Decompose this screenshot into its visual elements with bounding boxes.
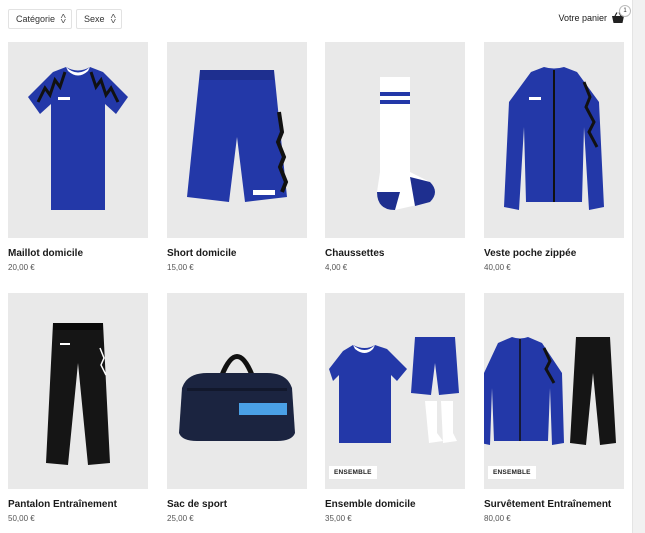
product-name[interactable]: Survêtement Entraînement <box>484 499 624 511</box>
sex-select[interactable]: Sexe ˄ ˅ <box>76 9 122 29</box>
scrollbar[interactable] <box>632 0 645 533</box>
kit-image[interactable]: ENSEMBLE <box>325 293 465 489</box>
product-card[interactable]: Maillot domicile 20,00 € <box>8 42 148 272</box>
product-name[interactable]: Ensemble domicile <box>325 499 465 511</box>
product-name[interactable]: Chaussettes <box>325 248 465 260</box>
product-price: 40,00 € <box>484 263 511 272</box>
product-name[interactable]: Pantalon Entraînement <box>8 499 148 511</box>
pants-image[interactable] <box>8 293 148 489</box>
product-card[interactable]: Sac de sport 25,00 € <box>167 293 307 523</box>
ensemble-tag: ENSEMBLE <box>329 466 377 479</box>
jacket-image[interactable] <box>484 42 624 238</box>
category-select-label: Catégorie <box>16 14 56 24</box>
product-price: 50,00 € <box>8 514 35 523</box>
product-name[interactable]: Short domicile <box>167 248 307 260</box>
product-name[interactable]: Sac de sport <box>167 499 307 511</box>
bag-image[interactable] <box>167 293 307 489</box>
product-card[interactable]: Chaussettes 4,00 € <box>325 42 465 272</box>
product-card[interactable]: Veste poche zippée 40,00 € <box>484 42 624 272</box>
product-card[interactable]: ENSEMBLE Ensemble domicile 35,00 € <box>325 293 465 523</box>
cart-link[interactable]: Votre panier 1 <box>558 5 631 24</box>
product-card[interactable]: ENSEMBLE Survêtement Entraînement 80,00 … <box>484 293 624 523</box>
product-price: 35,00 € <box>325 514 352 523</box>
product-card[interactable]: Pantalon Entraînement 50,00 € <box>8 293 148 523</box>
chevron-updown-icon: ˄ ˅ <box>60 12 67 26</box>
product-name[interactable]: Veste poche zippée <box>484 248 624 260</box>
product-name[interactable]: Maillot domicile <box>8 248 148 260</box>
sex-select-label: Sexe <box>84 14 105 24</box>
filter-toolbar: Catégorie ˄ ˅ Sexe ˄ ˅ Votre panier 1 <box>8 5 631 31</box>
product-card[interactable]: Short domicile 15,00 € <box>167 42 307 272</box>
jersey-image[interactable] <box>8 42 148 238</box>
tracksuit-image[interactable]: ENSEMBLE <box>484 293 624 489</box>
category-select[interactable]: Catégorie ˄ ˅ <box>8 9 72 29</box>
scrollbar-thumb[interactable] <box>635 0 642 533</box>
product-price: 25,00 € <box>167 514 194 523</box>
ensemble-tag: ENSEMBLE <box>488 466 536 479</box>
cart-count-badge: 1 <box>619 5 631 17</box>
product-price: 20,00 € <box>8 263 35 272</box>
product-price: 15,00 € <box>167 263 194 272</box>
product-price: 80,00 € <box>484 514 511 523</box>
cart-label: Votre panier <box>558 13 607 23</box>
chevron-updown-icon: ˄ ˅ <box>109 12 116 26</box>
shorts-image[interactable] <box>167 42 307 238</box>
socks-image[interactable] <box>325 42 465 238</box>
product-price: 4,00 € <box>325 263 348 272</box>
basket-icon: 1 <box>611 5 631 24</box>
